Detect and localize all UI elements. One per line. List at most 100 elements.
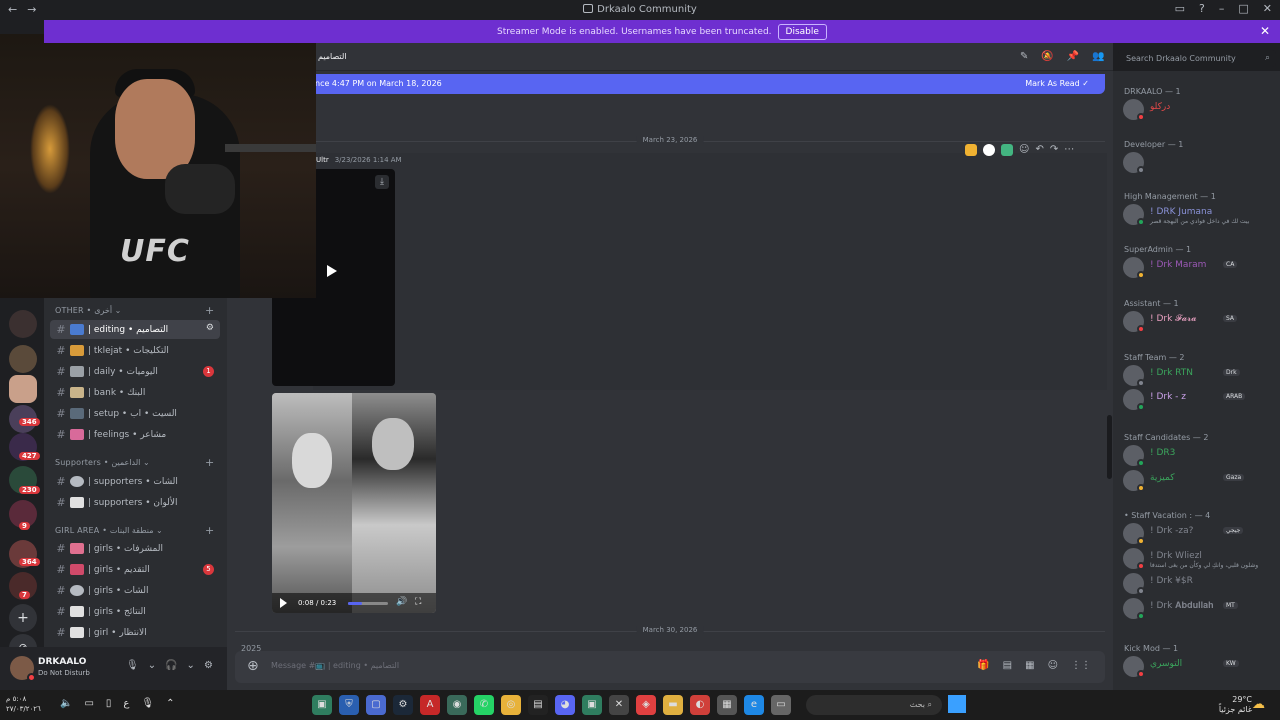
fullscreen-icon[interactable]: ⛶ bbox=[415, 597, 421, 607]
attach-icon[interactable]: ⊕ bbox=[247, 658, 259, 674]
discord-icon[interactable]: ◕ bbox=[555, 695, 575, 715]
channel-girls-apply[interactable]: # | girls • التقديم 5 bbox=[50, 560, 220, 579]
steam-icon[interactable]: ⚙ bbox=[393, 695, 413, 715]
chevron-down-icon[interactable]: ⌄ bbox=[187, 660, 195, 671]
channel-supporters-chat[interactable]: # | supporters • الشات bbox=[50, 472, 220, 491]
clock[interactable]: ٥:٠٨ م ٢٧/٠٣/٢٠٢٦ bbox=[6, 694, 41, 714]
minimize-icon[interactable]: – bbox=[1219, 2, 1225, 15]
help-icon[interactable]: ? bbox=[1199, 2, 1205, 15]
download-icon[interactable]: ⤓ bbox=[375, 175, 389, 189]
scrollbar[interactable] bbox=[1107, 415, 1112, 479]
channel-setup[interactable]: # | setup • السيت • اب bbox=[50, 404, 220, 423]
add-server-icon[interactable]: + bbox=[9, 604, 37, 632]
message-composer[interactable]: ⊕ Message #📺 | editing • التصاميم 🎁 ▤ ▦ … bbox=[235, 651, 1105, 683]
channel-editing[interactable]: # | editing • التصاميم ⚙ bbox=[50, 320, 220, 339]
member-item[interactable]: ! DRK Jumana بيت لك في داخل فوادي من البه… bbox=[1123, 204, 1273, 226]
add-channel-icon[interactable]: + bbox=[205, 524, 214, 537]
mute-icon[interactable]: 🔕 bbox=[1041, 51, 1053, 62]
member-item[interactable]: ! Drk 𝐀𝐛𝐝𝐮𝐥𝐥𝐚𝐡 MT bbox=[1123, 598, 1273, 620]
whatsapp-icon[interactable]: ✆ bbox=[474, 695, 494, 715]
disable-button[interactable]: Disable bbox=[777, 23, 827, 40]
weather-widget[interactable]: 29°C غائم جزئياً bbox=[1218, 695, 1252, 715]
video-attachment[interactable]: 0:08 / 0:23 🔊 ⛶ bbox=[272, 393, 436, 613]
edge-icon[interactable]: e bbox=[744, 695, 764, 715]
maximize-icon[interactable]: □ bbox=[1238, 2, 1248, 15]
channel-girls-results[interactable]: # | girls • النتائج bbox=[50, 602, 220, 621]
close-icon[interactable]: ✕ bbox=[1260, 24, 1270, 38]
pin-icon[interactable]: 📌 bbox=[1067, 51, 1079, 62]
server-icon-1[interactable] bbox=[9, 310, 37, 338]
heart-icon[interactable] bbox=[983, 144, 995, 156]
terminal-icon[interactable]: ▤ bbox=[528, 695, 548, 715]
app-icon[interactable]: ▦ bbox=[717, 695, 737, 715]
chevron-up-icon[interactable]: ⌃ bbox=[166, 698, 174, 709]
search-input[interactable]: Search Drkaalo Community ⌕ bbox=[1118, 50, 1276, 67]
battery-icon[interactable]: ▯ bbox=[106, 698, 112, 709]
emoji-icon[interactable]: ☺ bbox=[1048, 660, 1058, 671]
close-window-icon[interactable]: ✕ bbox=[1263, 2, 1272, 15]
more-icon[interactable]: ⋯ bbox=[1064, 144, 1074, 156]
add-reaction-icon[interactable]: ☺ bbox=[1019, 144, 1029, 156]
member-item[interactable]: ! Drk RTN Drk bbox=[1123, 365, 1273, 387]
channel-girls-mods[interactable]: # | girls • المشرفات bbox=[50, 539, 220, 558]
member-item[interactable]: كميزية Gaza bbox=[1123, 470, 1273, 492]
adobe-icon[interactable]: A bbox=[420, 695, 440, 715]
members-icon[interactable]: 👥 bbox=[1092, 51, 1104, 62]
app-icon[interactable]: ▣ bbox=[312, 695, 332, 715]
user-name[interactable]: DRKAALO bbox=[38, 657, 86, 667]
message-input[interactable]: Message #📺 | editing • التصاميم bbox=[271, 661, 399, 670]
sticker-icon[interactable]: ▦ bbox=[1025, 660, 1034, 671]
play-icon[interactable] bbox=[280, 598, 287, 608]
gif-icon[interactable]: ▤ bbox=[1003, 660, 1012, 671]
member-item[interactable]: ! DR3 bbox=[1123, 445, 1273, 467]
settings-icon[interactable]: ⚙ bbox=[204, 660, 213, 671]
message-author[interactable]: Ultr bbox=[316, 156, 329, 164]
category-supporters[interactable]: Supporters • الداعمين ⌄ + bbox=[55, 456, 214, 469]
folder-icon[interactable]: ▬ bbox=[663, 695, 683, 715]
play-icon[interactable] bbox=[327, 265, 337, 277]
threads-icon[interactable]: ✎ bbox=[1020, 51, 1028, 62]
network-icon[interactable]: ▭ bbox=[84, 698, 93, 709]
member-item[interactable] bbox=[1123, 152, 1273, 174]
server-icon-2[interactable] bbox=[9, 345, 37, 373]
category-other[interactable]: OTHER • أخرى ⌄ + bbox=[55, 304, 214, 317]
app-icon[interactable]: ◐ bbox=[690, 695, 710, 715]
member-item[interactable]: ! Drk Maram CA bbox=[1123, 257, 1273, 279]
apps-icon[interactable]: ⋮⋮ bbox=[1071, 660, 1091, 671]
member-item[interactable]: ! Drk Wliezl وشلون قلبي، وانكِ لي وكأن من… bbox=[1123, 548, 1273, 570]
member-item[interactable]: ! Drk 𝓕𝓪𝓻𝓪 SA bbox=[1123, 311, 1273, 333]
app-icon[interactable]: ◉ bbox=[447, 695, 467, 715]
channel-daily[interactable]: # | daily • اليوميات 1 bbox=[50, 362, 220, 381]
volume-icon[interactable]: 🔈 bbox=[60, 698, 72, 709]
server-icon-3[interactable] bbox=[9, 375, 37, 403]
app-icon[interactable]: ◈ bbox=[636, 695, 656, 715]
windows-start-icon[interactable] bbox=[948, 695, 966, 713]
member-item[interactable]: ! Drk - z ARAB bbox=[1123, 389, 1273, 411]
member-item[interactable]: دركلو bbox=[1123, 99, 1273, 121]
member-item[interactable]: ! Drk ¥$R bbox=[1123, 573, 1273, 595]
channel-feelings[interactable]: # | feelings • مشاعر bbox=[50, 425, 220, 444]
language-icon[interactable]: ع bbox=[123, 698, 129, 709]
gift-icon[interactable]: 🎁 bbox=[977, 660, 989, 671]
inbox-icon[interactable]: ▭ bbox=[1175, 2, 1185, 15]
shield-icon[interactable]: ⛨ bbox=[339, 695, 359, 715]
chevron-down-icon[interactable]: ⌄ bbox=[148, 660, 156, 671]
microphone-icon[interactable]: 🎙 bbox=[126, 660, 139, 671]
xbox-icon[interactable]: ✕ bbox=[609, 695, 629, 715]
app-icon[interactable]: ▢ bbox=[366, 695, 386, 715]
video-progress[interactable] bbox=[348, 602, 388, 605]
channel-girls-chat[interactable]: # | girls • الشات bbox=[50, 581, 220, 600]
volume-icon[interactable]: 🔊 bbox=[396, 597, 407, 607]
add-channel-icon[interactable]: + bbox=[205, 456, 214, 469]
app-icon[interactable]: ▣ bbox=[582, 695, 602, 715]
new-messages-bar[interactable]: nce 4:47 PM on March 18, 2026 Mark As Re… bbox=[311, 74, 1105, 94]
add-channel-icon[interactable]: + bbox=[205, 304, 214, 317]
check-icon[interactable] bbox=[1001, 144, 1013, 156]
thumbs-up-icon[interactable] bbox=[965, 144, 977, 156]
app-icon[interactable]: ▭ bbox=[771, 695, 791, 715]
reply-icon[interactable]: ↶ bbox=[1035, 144, 1043, 156]
forward-icon[interactable]: ↷ bbox=[1050, 144, 1058, 156]
user-status[interactable]: Do Not Disturb bbox=[38, 669, 90, 677]
taskbar-search[interactable]: بحث ⌕ bbox=[806, 695, 942, 715]
mic-tray-icon[interactable]: 🎙 bbox=[141, 698, 154, 709]
